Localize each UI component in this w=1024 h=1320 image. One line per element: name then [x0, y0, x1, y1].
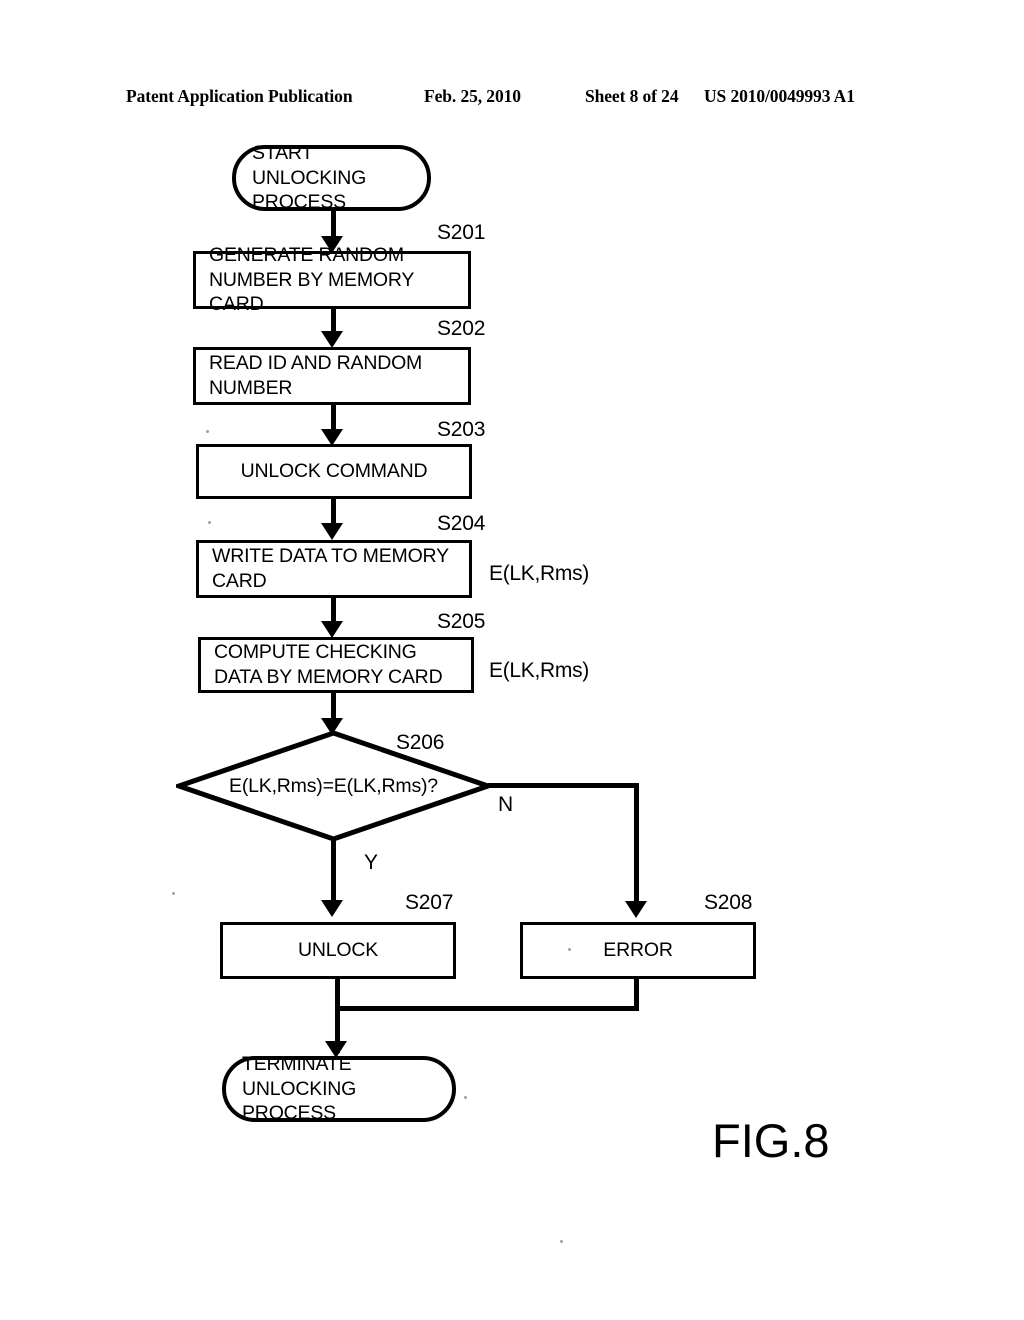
- connector-s206-yes: [331, 838, 336, 906]
- node-s206: E(LK,Rms)=E(LK,Rms)?: [176, 730, 491, 842]
- node-s202: READ ID AND RANDOM NUMBER: [193, 347, 471, 405]
- node-s208: ERROR: [520, 922, 756, 979]
- scan-speck: [172, 892, 175, 895]
- step-label-s208: S208: [704, 891, 753, 914]
- flowchart-diagram: START UNLOCKING PROCESS S201 GENERATE RA…: [0, 0, 1024, 1320]
- node-s204: WRITE DATA TO MEMORY CARD: [196, 540, 472, 598]
- node-s205: COMPUTE CHECKING DATA BY MEMORY CARD: [198, 637, 474, 693]
- connector-s206-no-vertical: [634, 783, 639, 907]
- scan-speck: [568, 948, 571, 951]
- step-label-s205: S205: [437, 610, 486, 633]
- arrowhead-s203-to-s204: [321, 523, 343, 540]
- scan-speck: [206, 430, 209, 433]
- scan-speck: [208, 521, 211, 524]
- connector-merge-horizontal: [335, 1006, 639, 1011]
- node-s207: UNLOCK: [220, 922, 456, 979]
- branch-label-yes: Y: [364, 851, 379, 874]
- annotation-s204: E(LK,Rms): [489, 562, 589, 585]
- step-label-s203: S203: [437, 418, 486, 441]
- node-start: START UNLOCKING PROCESS: [232, 142, 431, 213]
- connector-s206-no-horizontal: [488, 783, 639, 788]
- step-label-s207: S207: [405, 891, 454, 914]
- arrowhead-s204-to-s205: [321, 621, 343, 638]
- node-s205-label: COMPUTE CHECKING DATA BY MEMORY CARD: [214, 641, 443, 688]
- node-s204-label: WRITE DATA TO MEMORY CARD: [212, 545, 449, 592]
- branch-label-no: N: [498, 793, 514, 816]
- step-label-s201: S201: [437, 221, 486, 244]
- node-s206-label: E(LK,Rms)=E(LK,Rms)?: [229, 774, 438, 797]
- scan-speck: [464, 1096, 467, 1099]
- node-s203-label: UNLOCK COMMAND: [240, 460, 428, 483]
- step-label-s204: S204: [437, 512, 486, 535]
- node-start-label: START UNLOCKING PROCESS: [252, 141, 367, 214]
- node-s201-label: GENERATE RANDOM NUMBER BY MEMORY CARD: [209, 243, 414, 316]
- node-end: TERMINATE UNLOCKING PROCESS: [222, 1053, 456, 1124]
- arrowhead-s206-to-s207: [321, 900, 343, 917]
- node-s203: UNLOCK COMMAND: [196, 444, 472, 499]
- node-s207-label: UNLOCK: [297, 939, 379, 962]
- figure-caption: FIG.8: [712, 1114, 830, 1167]
- arrowhead-s201-to-s202: [321, 331, 343, 348]
- node-s202-label: READ ID AND RANDOM NUMBER: [209, 352, 423, 399]
- arrowhead-s206-to-s208: [625, 901, 647, 918]
- step-label-s202: S202: [437, 317, 486, 340]
- node-s201: GENERATE RANDOM NUMBER BY MEMORY CARD: [193, 244, 471, 315]
- scan-speck: [560, 1240, 563, 1243]
- annotation-s205: E(LK,Rms): [489, 659, 589, 682]
- node-s208-label: ERROR: [603, 939, 673, 962]
- node-end-label: TERMINATE UNLOCKING PROCESS: [242, 1052, 357, 1125]
